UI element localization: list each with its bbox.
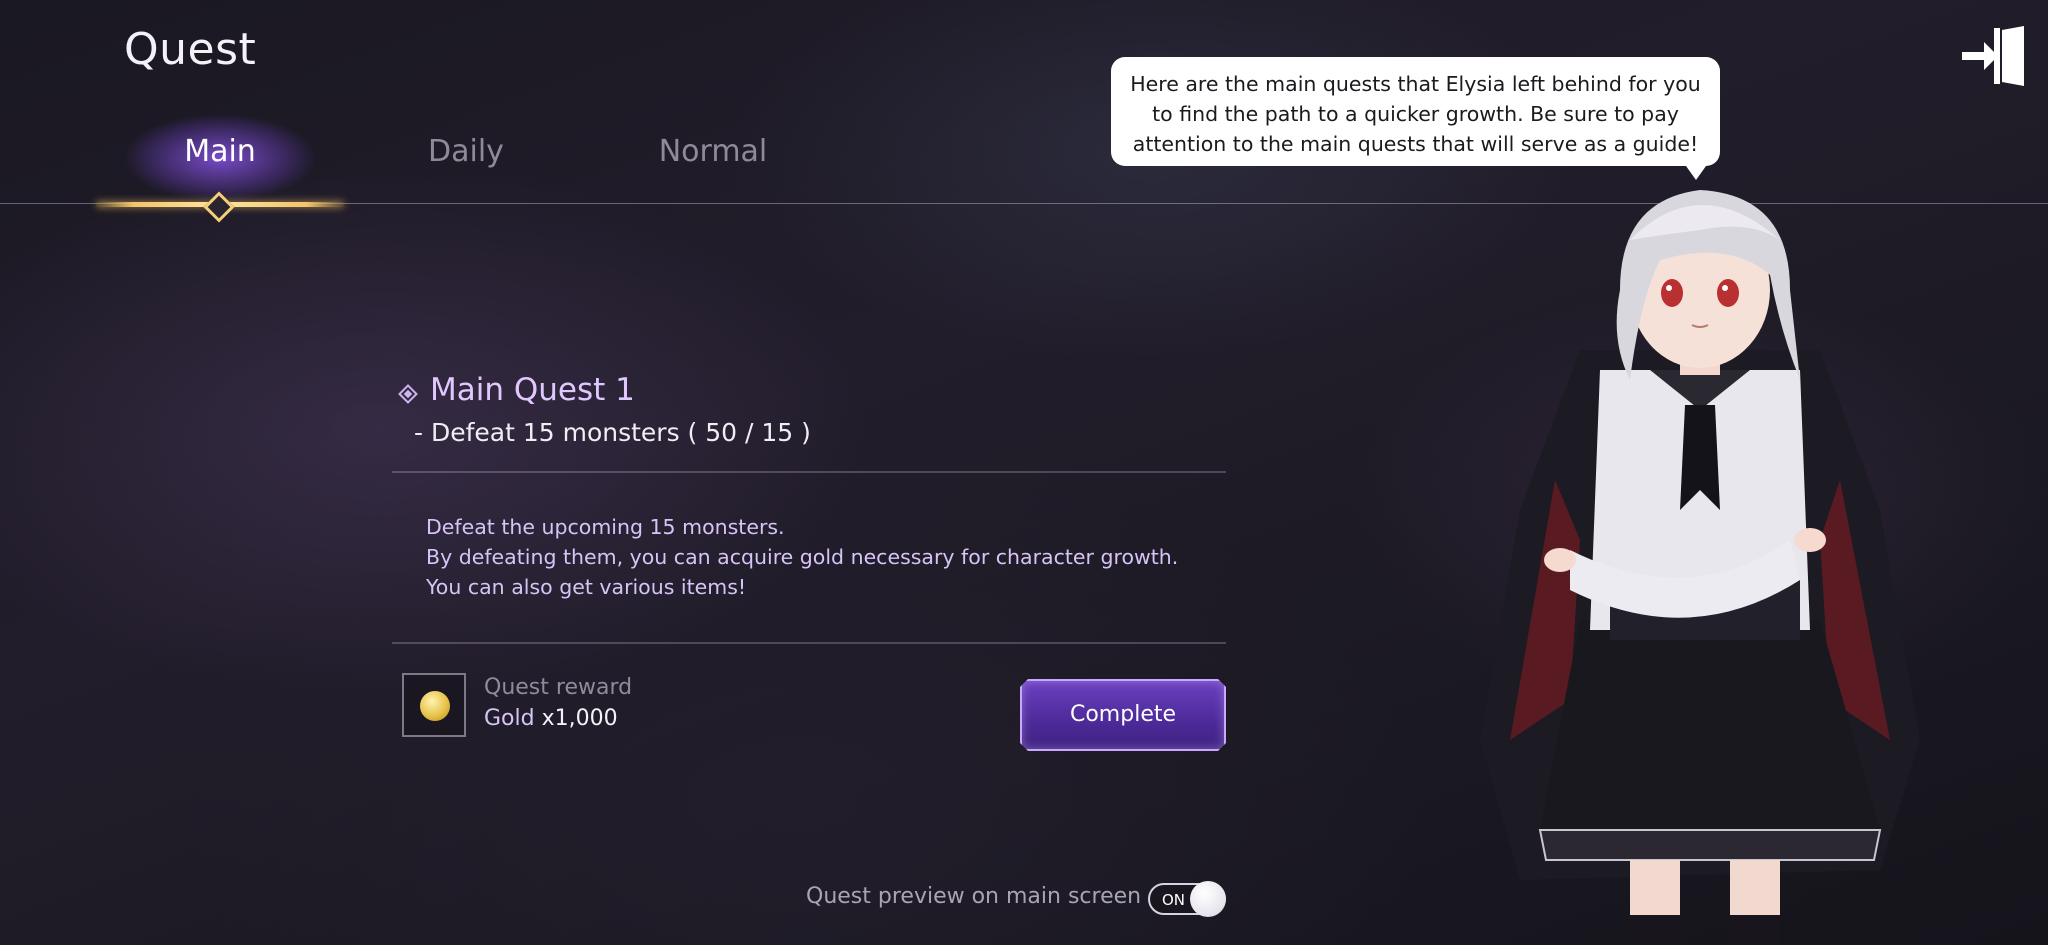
- exit-door-icon: [1962, 26, 2024, 86]
- quest-description: Defeat the upcoming 15 monsters. By defe…: [426, 512, 1206, 602]
- quest-divider: [392, 471, 1226, 473]
- reward-item-name: Gold: [484, 706, 535, 731]
- quest-preview-label: Quest preview on main screen: [806, 884, 1142, 909]
- description-line: You can also get various items!: [426, 575, 747, 599]
- reward-value: Gold x1,000: [484, 706, 618, 731]
- complete-button[interactable]: Complete: [1020, 679, 1226, 751]
- toggle-state-text: ON: [1162, 891, 1186, 909]
- quest-preview-toggle[interactable]: ON: [1148, 881, 1226, 917]
- description-line: By defeating them, you can acquire gold …: [426, 545, 1179, 569]
- speech-line: Here are the main quests that Elysia lef…: [1130, 72, 1701, 96]
- tab-daily[interactable]: Daily: [346, 134, 586, 169]
- quest-diamond-icon: [398, 384, 418, 404]
- reward-amount: x1,000: [541, 706, 618, 731]
- tab-bar: Main Daily Normal: [0, 0, 2048, 223]
- reward-label: Quest reward: [484, 675, 633, 700]
- speech-line: attention to the main quests that will s…: [1132, 132, 1699, 156]
- tab-main[interactable]: Main: [100, 134, 340, 169]
- quest-panel: Main Quest 1 - Defeat 15 monsters ( 50 /…: [392, 360, 1226, 760]
- tab-normal[interactable]: Normal: [593, 134, 833, 169]
- guide-speech-bubble: Here are the main quests that Elysia lef…: [1111, 57, 1720, 180]
- quest-title: Main Quest 1: [430, 372, 635, 408]
- guide-character-image: [1480, 190, 1920, 945]
- exit-button[interactable]: [1958, 24, 2028, 88]
- reward-divider: [392, 642, 1226, 644]
- reward-item-slot[interactable]: [402, 673, 466, 737]
- speech-line: to find the path to a quicker growth. Be…: [1152, 102, 1679, 126]
- quest-objective: - Defeat 15 monsters ( 50 / 15 ): [414, 418, 811, 447]
- gold-coin-icon: [420, 691, 450, 721]
- description-line: Defeat the upcoming 15 monsters.: [426, 515, 785, 539]
- toggle-knob: [1190, 881, 1226, 917]
